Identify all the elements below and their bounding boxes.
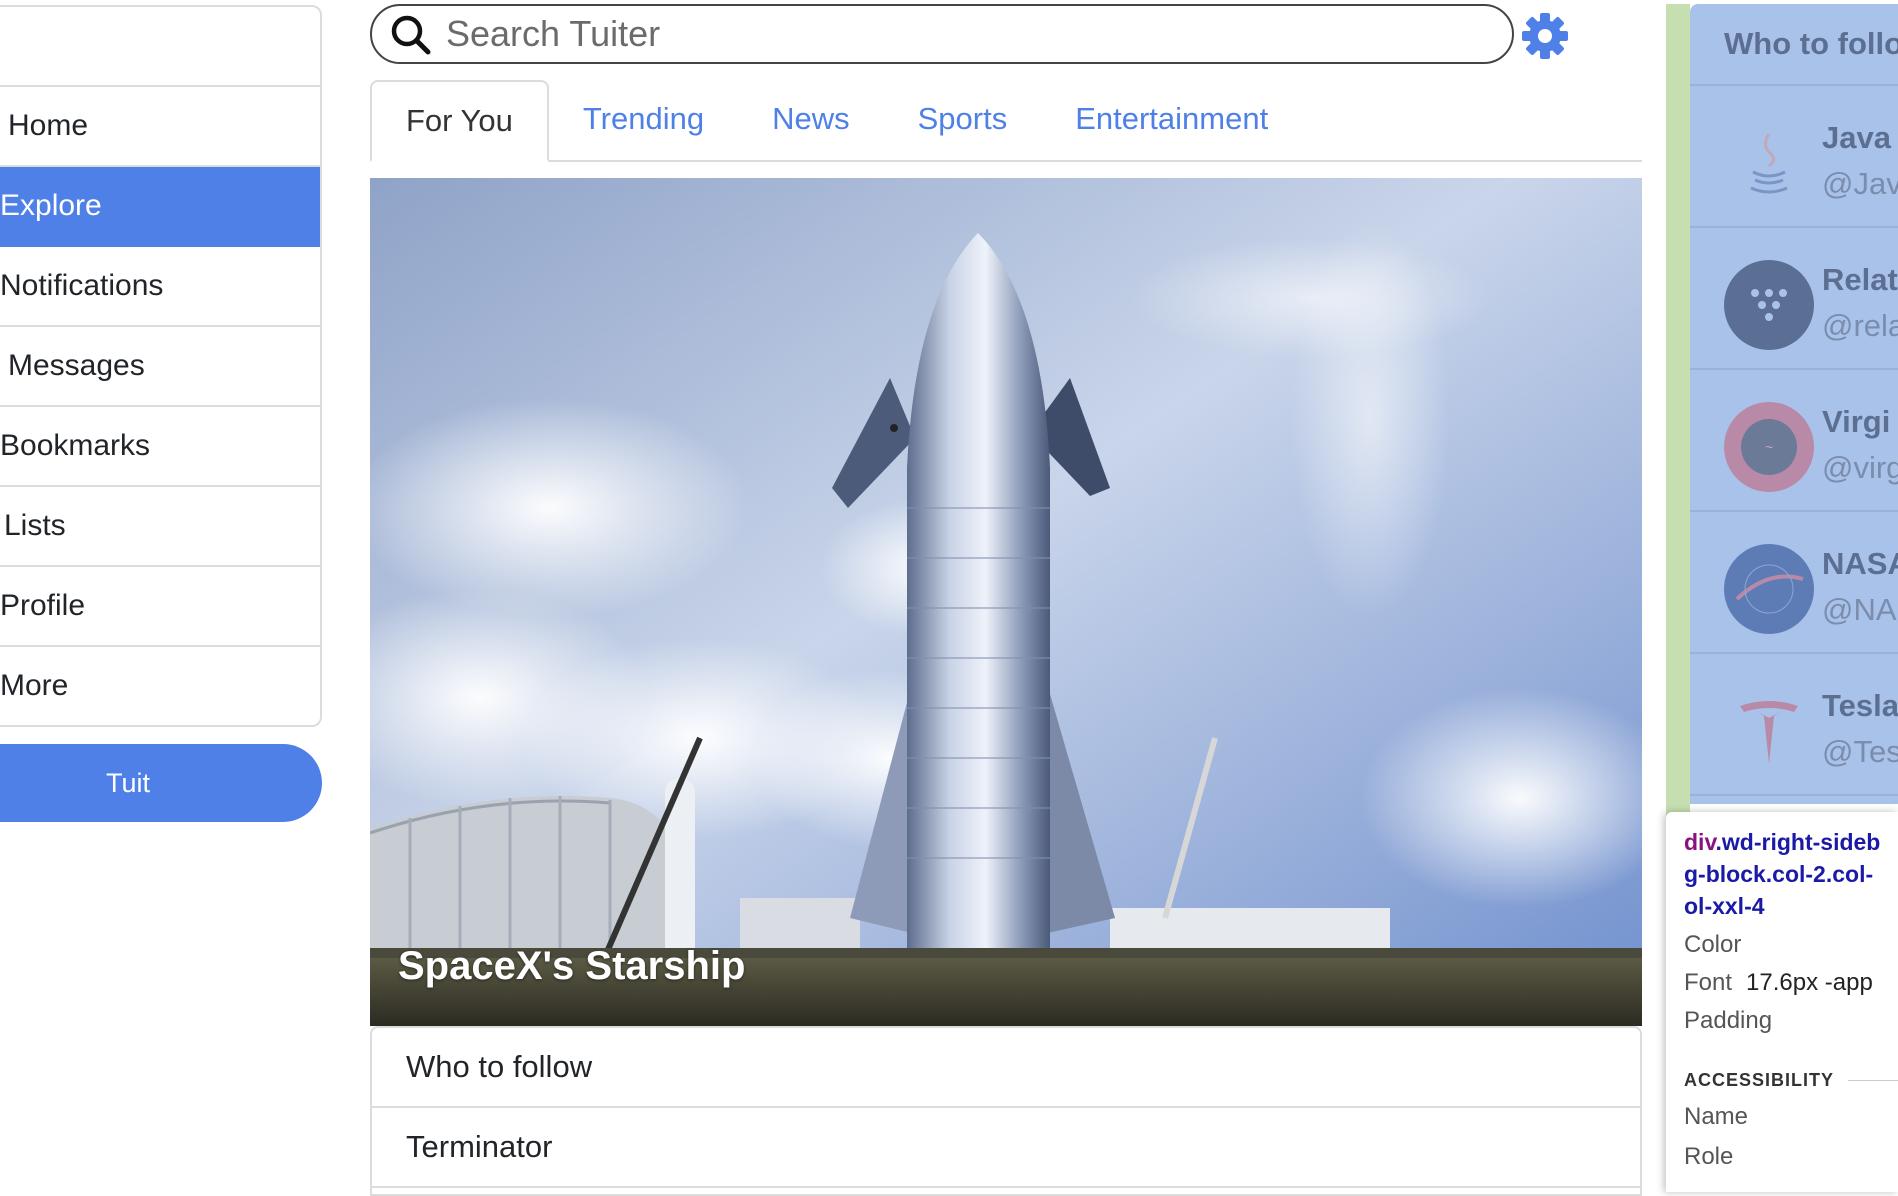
relativity-logo-icon <box>1724 260 1814 350</box>
list-item[interactable]: Terminator <box>372 1108 1640 1188</box>
list-item[interactable]: Who to follow <box>372 1028 1640 1108</box>
nav-item-label: Profile <box>0 589 86 622</box>
padding-row: Padding <box>1684 1007 1773 1034</box>
nav-item-label: More <box>0 669 69 702</box>
account-handle: @virg <box>1822 450 1898 485</box>
starship-image <box>370 178 1642 1026</box>
tesla-logo-icon <box>1724 686 1814 776</box>
nav-item-notifications[interactable]: Notifications <box>0 247 320 327</box>
follow-suggestion[interactable]: Relat @rela <box>1690 228 1898 370</box>
tab-trending[interactable]: Trending <box>549 78 738 160</box>
nav-item-label: Bookmarks <box>0 429 151 462</box>
tuit-button[interactable]: Tuit <box>0 744 322 822</box>
nav-item-bookmarks[interactable]: Bookmarks <box>0 407 320 487</box>
devtools-inspect-tooltip: div.wd-right-sideb g-block.col-2.col- ol… <box>1666 812 1898 1192</box>
account-name: Tesla <box>1822 688 1898 723</box>
right-sidebar: Who to follo Java @Jav Relat @rela ~ Vir… <box>1690 4 1898 804</box>
element-selector: div.wd-right-sideb g-block.col-2.col- ol… <box>1684 829 1881 919</box>
follow-suggestion[interactable]: Java @Jav <box>1690 86 1898 228</box>
nav-item-profile[interactable]: Profile <box>0 567 320 647</box>
tab-sports[interactable]: Sports <box>884 78 1042 160</box>
account-name: Java <box>1822 120 1891 155</box>
explore-tabs: For You Trending News Sports Entertainme… <box>370 80 1642 162</box>
nav-item-lists[interactable]: Lists <box>0 487 320 567</box>
nasa-logo-icon <box>1724 544 1814 634</box>
account-name: NASA <box>1822 546 1898 581</box>
nav-item-label: Messages <box>8 349 145 382</box>
nav-item-label: Notifications <box>0 269 164 302</box>
tab-for-you[interactable]: For You <box>370 80 549 162</box>
nav-item-label: Explore <box>0 189 102 222</box>
search-bar[interactable] <box>370 4 1514 64</box>
nav-top-spacer <box>0 7 320 87</box>
who-to-follow-heading: Who to follo <box>1690 4 1898 86</box>
follow-suggestion[interactable]: Tesla @Tes <box>1690 654 1898 796</box>
account-handle: @NAS <box>1822 592 1898 627</box>
hero-caption: SpaceX's Starship <box>398 944 746 988</box>
virgin-logo-icon: ~ <box>1724 402 1814 492</box>
who-to-follow-list: Who to follow Terminator <box>370 1026 1642 1196</box>
account-name: Relat <box>1822 262 1898 297</box>
nav-item-label: Lists <box>4 509 66 542</box>
account-handle: @Jav <box>1822 166 1898 201</box>
follow-suggestion[interactable]: NASA @NAS <box>1690 512 1898 654</box>
java-logo-icon <box>1724 118 1814 208</box>
nav-item-explore[interactable]: Explore <box>0 167 320 247</box>
search-icon <box>391 15 431 55</box>
account-name: Virgi <box>1822 404 1891 439</box>
role-row: Role <box>1684 1143 1734 1170</box>
accessibility-section-title: ACCESSIBILITY <box>1684 1070 1898 1091</box>
nav-item-messages[interactable]: Messages <box>0 327 320 407</box>
follow-suggestion[interactable]: ~ Virgi @virg <box>1690 370 1898 512</box>
account-handle: @rela <box>1822 308 1898 343</box>
tab-news[interactable]: News <box>738 78 884 160</box>
account-handle: @Tes <box>1822 734 1898 769</box>
gear-icon[interactable] <box>1522 13 1568 59</box>
tab-entertainment[interactable]: Entertainment <box>1041 78 1302 160</box>
color-row: Color <box>1684 931 1742 958</box>
left-nav: Home Explore Notifications Messages Book… <box>0 5 322 727</box>
font-row: Font 17.6px -app <box>1684 969 1873 996</box>
name-row: Name <box>1684 1103 1749 1130</box>
nav-item-more[interactable]: More <box>0 647 320 725</box>
nav-item-home[interactable]: Home <box>0 87 320 167</box>
nav-item-label: Home <box>8 109 89 142</box>
search-input[interactable] <box>446 13 1486 55</box>
hero-image-card[interactable]: SpaceX's Starship <box>370 178 1642 1026</box>
